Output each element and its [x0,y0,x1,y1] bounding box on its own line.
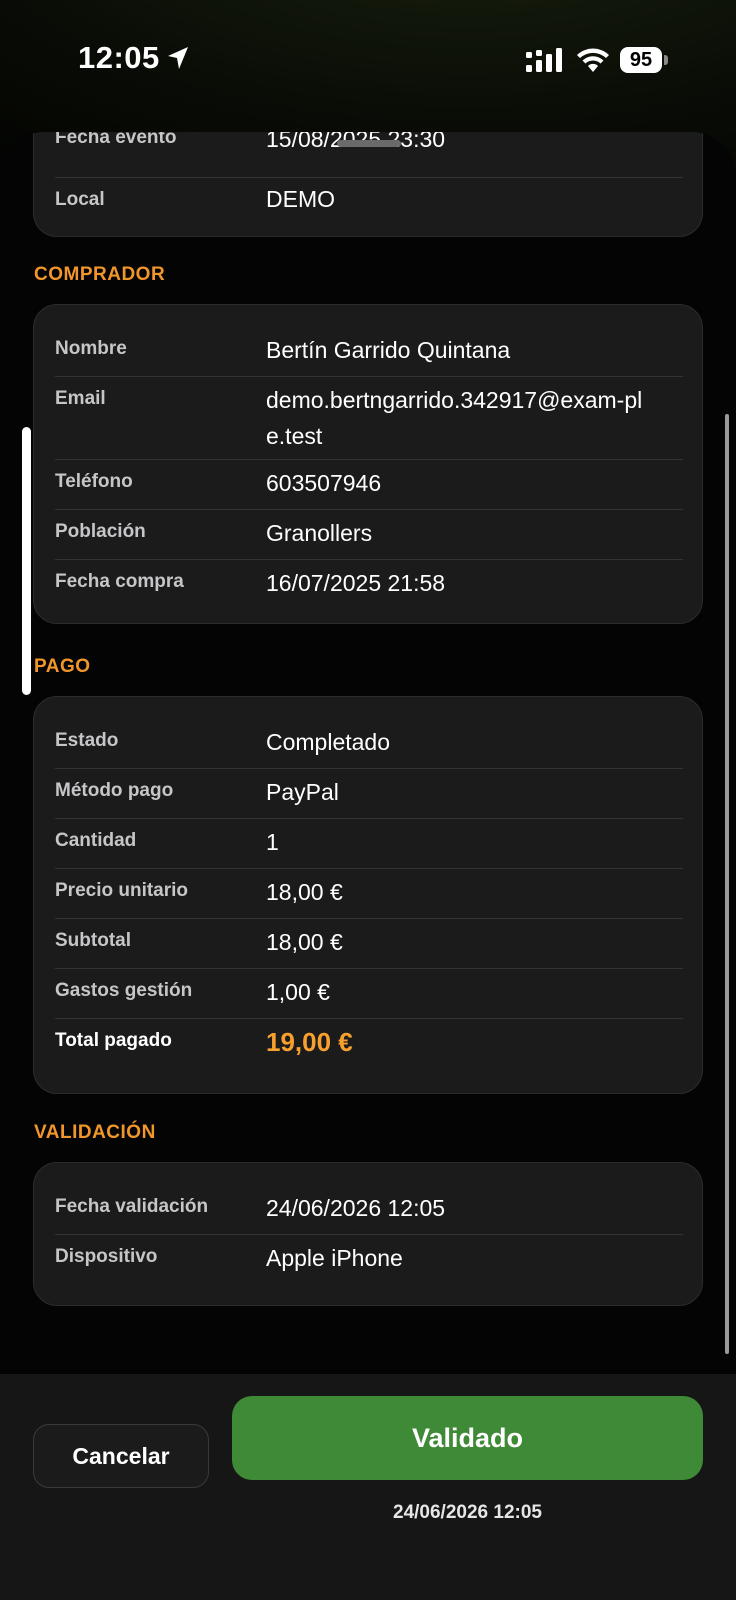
detail-row: Teléfono 603507946 [55,459,683,510]
detail-value: 1,00 € [266,979,330,1005]
section-title-payment: PAGO [34,656,91,677]
detail-row: Método pago PayPal [55,768,683,819]
cellular-signal-icon [526,48,562,72]
battery-indicator: 95 [620,47,662,73]
validated-button[interactable]: Validado [232,1396,703,1480]
section-title-validation: VALIDACIÓN [34,1122,156,1143]
detail-value: Apple iPhone [266,1245,403,1271]
detail-row: Fecha evento 15/08/2025 23:30 [55,132,683,178]
detail-label: Nombre [55,338,127,359]
detail-label: Local [55,189,105,210]
status-bar: 12:05 95 [0,0,736,120]
section-title-buyer: COMPRADOR [34,264,166,285]
detail-label: Fecha validación [55,1196,209,1217]
total-value: 19,00 € [266,1027,353,1057]
detail-value: 18,00 € [266,879,343,905]
buyer-card: Nombre Bertín Garrido Quintana Email dem… [33,304,703,624]
detail-label: Cantidad [55,830,137,851]
detail-value: 15/08/2025 23:30 [266,132,446,152]
sheet-grabber[interactable] [337,140,401,147]
detail-row: Local DEMO [55,177,683,227]
location-arrow-icon [168,47,188,69]
detail-value: 24/06/2026 12:05 [266,1195,446,1221]
detail-label: Población [55,521,146,542]
bottom-action-bar: Cancelar Validado 24/06/2026 12:05 [0,1374,736,1600]
wifi-icon [577,48,609,72]
detail-label: Email [55,388,106,409]
detail-row: Subtotal 18,00 € [55,918,683,969]
detail-value: demo.bertngarrido.342917@exam-ple.test [266,387,643,449]
scrollbar[interactable] [725,414,729,1354]
detail-label: Fecha compra [55,571,184,592]
detail-row: Población Granollers [55,509,683,560]
detail-label: Dispositivo [55,1246,158,1267]
detail-row: Gastos gestión 1,00 € [55,968,683,1019]
cancel-button[interactable]: Cancelar [33,1424,209,1488]
detail-value: 603507946 [266,470,382,496]
detail-value: DEMO [266,186,335,212]
payment-card: Estado Completado Método pago PayPal Can… [33,696,703,1094]
detail-label: Precio unitario [55,880,189,901]
scroll-indicator-left[interactable] [22,427,31,695]
detail-row: Fecha validación 24/06/2026 12:05 [55,1184,683,1235]
screen: 12:05 95 Fecha evento 15/08/2025 23:30 L… [0,0,736,1600]
validation-card: Fecha validación 24/06/2026 12:05 Dispos… [33,1162,703,1306]
detail-value: Bertín Garrido Quintana [266,337,511,363]
detail-row: Cantidad 1 [55,818,683,869]
detail-value: 1 [266,829,279,855]
total-row: Total pagado 19,00 € [55,1018,683,1074]
event-card: Fecha evento 15/08/2025 23:30 Local DEMO [33,132,703,237]
detail-value: Completado [266,729,391,755]
detail-label: Estado [55,730,119,751]
detail-label: Fecha evento [55,132,177,148]
status-time: 12:05 [78,40,160,75]
detail-value: 16/07/2025 21:58 [266,570,446,596]
detail-value: Granollers [266,520,373,546]
total-label: Total pagado [55,1030,172,1051]
battery-tip [664,55,668,65]
detail-row: Fecha compra 16/07/2025 21:58 [55,559,683,609]
detail-row: Email demo.bertngarrido.342917@exam-ple.… [55,376,683,460]
detail-row: Dispositivo Apple iPhone [55,1234,683,1284]
detail-row: Estado Completado [55,718,683,769]
detail-label: Subtotal [55,930,131,951]
detail-label: Método pago [55,780,174,801]
detail-label: Teléfono [55,471,133,492]
detail-label: Gastos gestión [55,980,193,1001]
detail-value: 18,00 € [266,929,343,955]
detail-value: PayPal [266,779,339,805]
detail-row: Nombre Bertín Garrido Quintana [55,326,683,377]
detail-row: Precio unitario 18,00 € [55,868,683,919]
validated-timestamp: 24/06/2026 12:05 [393,1502,542,1523]
